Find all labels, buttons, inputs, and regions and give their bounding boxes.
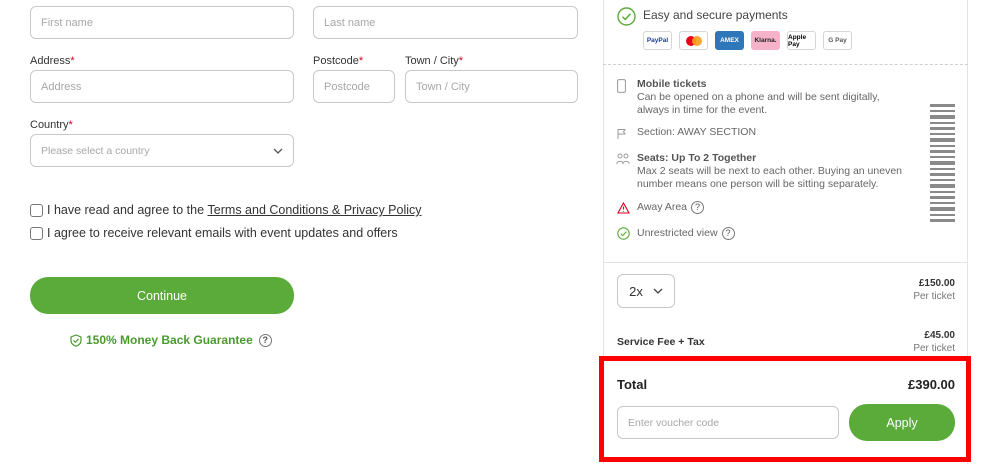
money-back-guarantee: 150% Money Back Guarantee ? bbox=[70, 333, 272, 347]
apple-pay-icon: Apple Pay bbox=[787, 31, 816, 50]
emails-text: I agree to receive relevant emails with … bbox=[47, 226, 398, 240]
postcode-label: Postcode* bbox=[313, 55, 364, 67]
town-label: Town / City* bbox=[405, 55, 464, 67]
emails-checkbox[interactable] bbox=[30, 226, 43, 240]
away-area-label: Away Area bbox=[637, 201, 688, 213]
help-icon[interactable]: ? bbox=[258, 333, 272, 347]
country-placeholder: Please select a country bbox=[41, 144, 150, 157]
terms-text: I have read and agree to the bbox=[47, 203, 208, 217]
mastercard-logo bbox=[685, 35, 702, 46]
quantity-value: 2x bbox=[629, 283, 643, 299]
address-input[interactable] bbox=[30, 70, 294, 103]
ticket-per-label: Per ticket bbox=[913, 291, 955, 302]
flag-icon bbox=[617, 129, 626, 139]
first-name-input[interactable] bbox=[30, 6, 294, 39]
google-pay-icon: G Pay bbox=[823, 31, 852, 50]
help-icon[interactable]: ? bbox=[691, 201, 705, 214]
highlight-box bbox=[599, 356, 971, 462]
unrestricted-label: Unrestricted view bbox=[637, 227, 718, 239]
check-circle-small-icon bbox=[617, 227, 630, 240]
service-fee-label: Service Fee + Tax bbox=[617, 336, 705, 348]
warning-icon bbox=[617, 202, 630, 214]
unrestricted-row: Unrestricted view? bbox=[637, 227, 735, 240]
seats-icon bbox=[616, 153, 630, 165]
postcode-input[interactable] bbox=[313, 70, 395, 103]
help-icon[interactable]: ? bbox=[721, 227, 735, 240]
quantity-select[interactable]: 2x bbox=[617, 274, 675, 308]
service-fee-per-label: Per ticket bbox=[913, 343, 955, 354]
ticket-price: £150.00 bbox=[918, 278, 955, 289]
town-input[interactable] bbox=[405, 70, 578, 103]
seats-text-2: number means one person will be sitting … bbox=[637, 178, 879, 190]
divider bbox=[603, 262, 968, 263]
terms-checkbox[interactable] bbox=[30, 203, 43, 217]
secure-payments-label: Easy and secure payments bbox=[643, 8, 788, 22]
amex-icon: AMEX bbox=[715, 31, 744, 50]
last-name-input[interactable] bbox=[313, 6, 578, 39]
check-circle-icon bbox=[617, 7, 636, 26]
paypal-icon: PayPal bbox=[643, 31, 672, 50]
phone-icon bbox=[617, 79, 626, 93]
chevron-down-icon bbox=[273, 148, 283, 154]
seats-text-1: Max 2 seats will be next to each other. … bbox=[637, 165, 902, 177]
country-select[interactable]: Please select a country bbox=[30, 134, 294, 167]
service-fee-price: £45.00 bbox=[924, 330, 955, 341]
divider bbox=[603, 64, 968, 65]
guarantee-label: 150% Money Back Guarantee bbox=[86, 333, 253, 347]
seats-title: Seats: Up To 2 Together bbox=[637, 152, 757, 164]
continue-button[interactable]: Continue bbox=[30, 277, 294, 314]
section-text: Section: AWAY SECTION bbox=[637, 126, 757, 138]
mobile-tickets-text-2: always in time for the event. bbox=[637, 104, 768, 116]
shield-check-icon bbox=[70, 333, 82, 347]
away-area-row: Away Area? bbox=[637, 201, 705, 214]
barcode-icon bbox=[930, 104, 955, 222]
country-label: Country* bbox=[30, 119, 73, 131]
emails-row: I agree to receive relevant emails with … bbox=[30, 226, 398, 240]
payment-methods: PayPal AMEX Klarna. Apple Pay G Pay bbox=[643, 31, 852, 50]
chevron-down-icon bbox=[653, 288, 663, 294]
mobile-tickets-title: Mobile tickets bbox=[637, 78, 707, 90]
mastercard-icon bbox=[679, 31, 708, 50]
address-label: Address* bbox=[30, 55, 75, 67]
mobile-tickets-text-1: Can be opened on a phone and will be sen… bbox=[637, 91, 880, 103]
terms-link[interactable]: Terms and Conditions & Privacy Policy bbox=[208, 203, 422, 217]
klarna-icon: Klarna. bbox=[751, 31, 780, 50]
terms-row: I have read and agree to the Terms and C… bbox=[30, 203, 422, 217]
